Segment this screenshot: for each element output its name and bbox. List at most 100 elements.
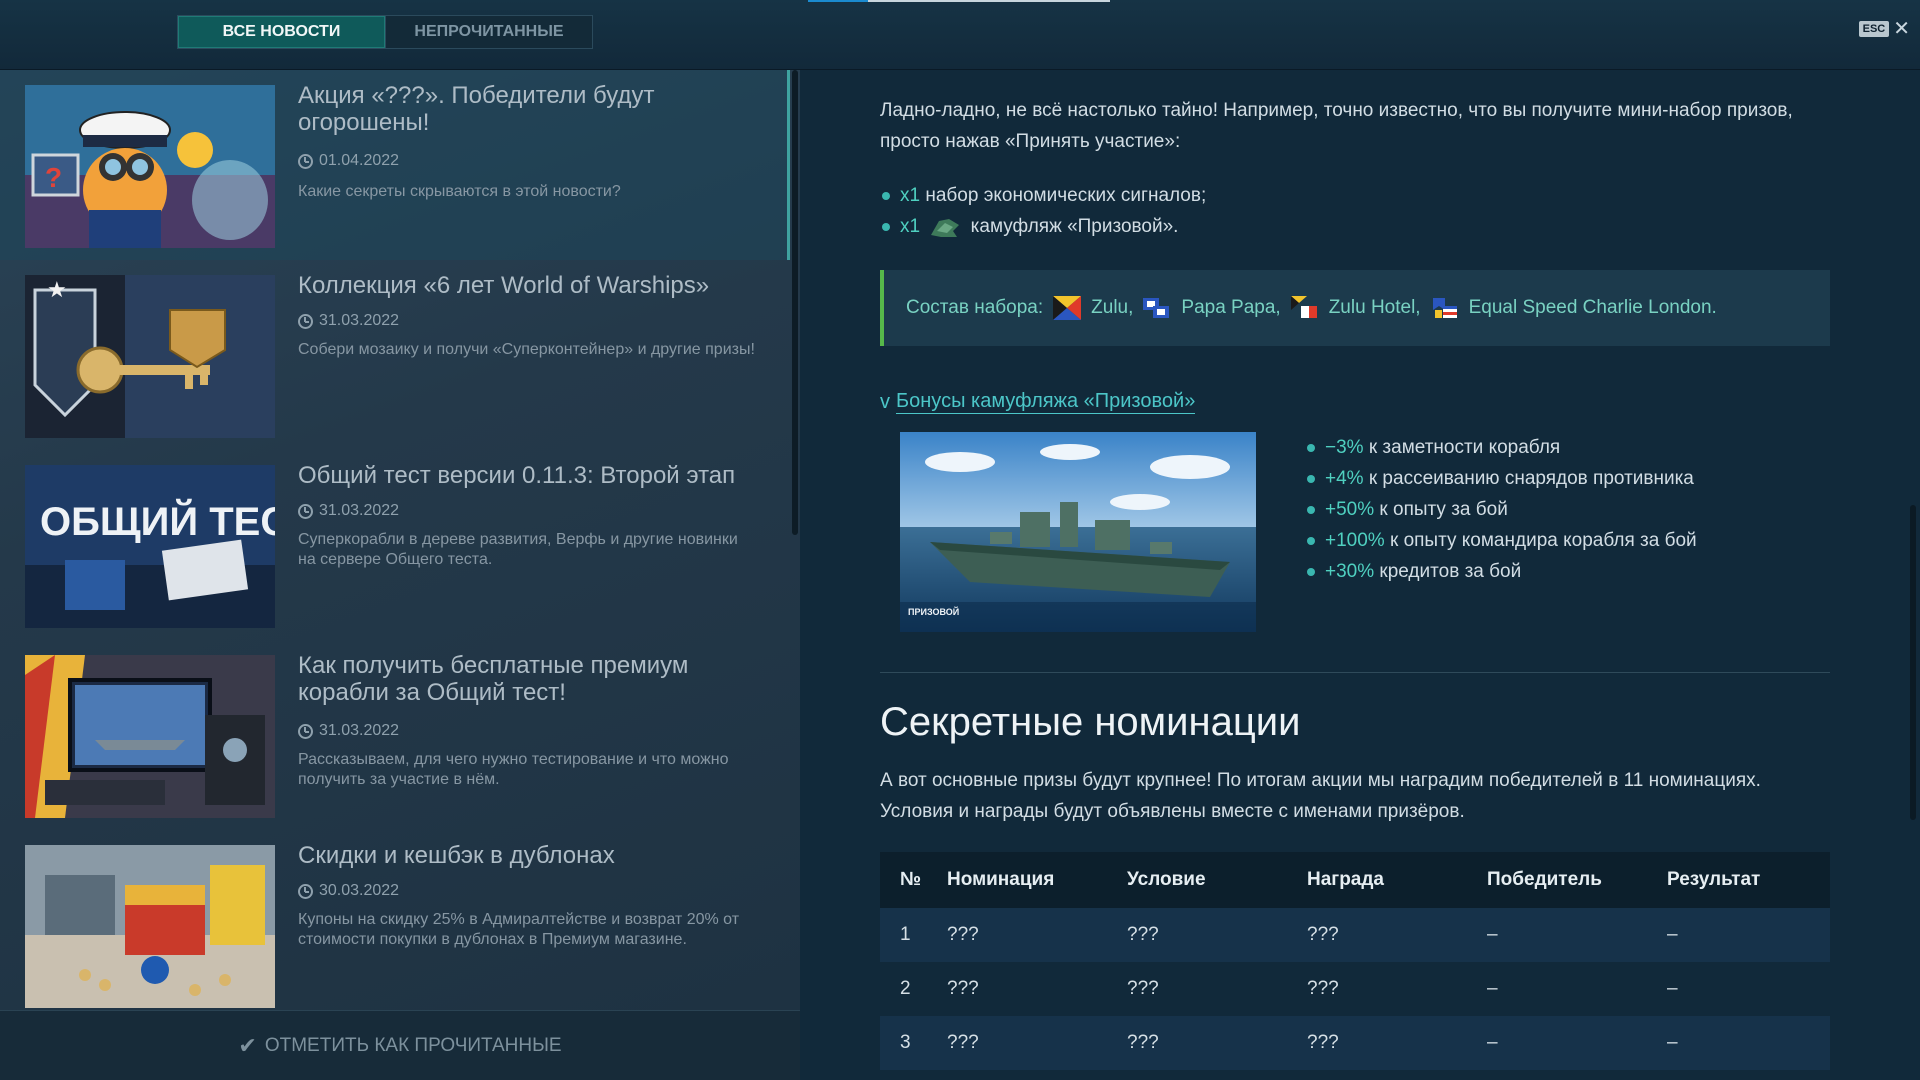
- col-number: №: [880, 852, 947, 908]
- table-cell: –: [1487, 908, 1667, 962]
- table-cell: –: [1487, 1016, 1667, 1070]
- table-cell: ???: [1307, 908, 1487, 962]
- news-thumbnail: ?: [25, 85, 275, 248]
- news-description: Купоны на скидку 25% в Адмиралтействе и …: [298, 911, 740, 948]
- news-thumbnail: ОБЩИЙ ТЕСТ: [25, 465, 275, 628]
- table-cell: ???: [947, 962, 1127, 1016]
- bonus-text: к опыту командира корабля за бой: [1389, 530, 1697, 551]
- news-list-scrollbar[interactable]: [792, 70, 798, 535]
- news-item[interactable]: Скидки и кешбэк в дублонах 30.03.2022 Ку…: [0, 830, 790, 1010]
- table-row: 3 ??? ??? ??? – –: [880, 1016, 1830, 1070]
- reward-text: камуфляж «Призовой».: [970, 216, 1179, 237]
- bonus-text: кредитов за бой: [1379, 561, 1522, 582]
- double-check-icon: ✔: [238, 1032, 257, 1058]
- bottom-bar: ✔ ОТМЕТИТЬ КАК ПРОЧИТАННЫЕ: [0, 1010, 800, 1080]
- bonus-value: +100%: [1325, 530, 1385, 551]
- article-intro: Ладно-ладно, не всё настолько тайно! Нап…: [880, 100, 1793, 152]
- bonus-list: −3% к заметности корабля +4% к рассеиван…: [1305, 432, 1825, 587]
- table-cell: ???: [1307, 1016, 1487, 1070]
- bonus-item: +30% кредитов за бой: [1305, 556, 1825, 587]
- thumbnail-text: ОБЩИЙ ТЕСТ: [40, 498, 275, 544]
- col-nomination: Номинация: [947, 852, 1127, 908]
- table-row: 2 ??? ??? ??? – –: [880, 962, 1830, 1016]
- table-cell: ???: [1127, 908, 1307, 962]
- kit-item: Papa Papa,: [1181, 297, 1281, 318]
- bonus-text: к заметности корабля: [1368, 437, 1561, 458]
- equal-speed-charlie-london-flag-icon: [1432, 298, 1457, 318]
- news-title: Общий тест версии 0.11.3: Второй этап: [298, 462, 736, 489]
- bonus-value: +4%: [1325, 468, 1364, 489]
- bonus-text: к рассеиванию снарядов противника: [1368, 468, 1694, 489]
- close-icon: ✕: [1893, 18, 1910, 40]
- camouflage-bonuses-toggle[interactable]: v Бонусы камуфляжа «Призовой»: [880, 390, 1196, 414]
- col-reward: Награда: [1307, 852, 1487, 908]
- loading-progress-bar: [808, 0, 1110, 2]
- camouflage-ship-image: ПРИЗОВОЙ: [900, 432, 1256, 632]
- bonus-text: к опыту за бой: [1379, 499, 1508, 520]
- table-cell: 2: [880, 962, 947, 1016]
- kit-label: Состав набора:: [906, 297, 1044, 318]
- col-condition: Условие: [1127, 852, 1307, 908]
- news-date: 01.04.2022: [298, 152, 399, 170]
- mark-all-read-button[interactable]: ✔ ОТМЕТИТЬ КАК ПРОЧИТАННЫЕ: [238, 1033, 561, 1059]
- news-thumbnail: ★: [25, 275, 275, 438]
- svg-text:?: ?: [45, 162, 62, 193]
- col-result: Результат: [1667, 852, 1830, 908]
- article-scrollbar[interactable]: [1910, 505, 1916, 820]
- bonus-value: +50%: [1325, 499, 1375, 520]
- news-thumbnail: [25, 655, 275, 818]
- table-cell: ???: [947, 1016, 1127, 1070]
- news-date-text: 31.03.2022: [319, 312, 400, 329]
- news-title: Как получить бесплатные премиум корабли …: [298, 652, 689, 706]
- clock-icon: [298, 153, 313, 169]
- news-item[interactable]: ★ Коллекция «6 лет World of Warships» 31…: [0, 260, 790, 450]
- news-title: Коллекция «6 лет World of Warships»: [298, 272, 710, 299]
- bonus-value: −3%: [1325, 437, 1364, 458]
- bonus-value: +30%: [1325, 561, 1375, 582]
- section-divider: [880, 672, 1830, 673]
- news-description: Собери мозаику и получи «Суперконтейнер»…: [298, 341, 755, 358]
- zulu-hotel-flag-icon: [1290, 296, 1317, 318]
- table-cell: –: [1667, 908, 1830, 962]
- news-description: Суперкорабли в дереве развития, Верфь и …: [298, 531, 738, 568]
- table-cell: ???: [1127, 1016, 1307, 1070]
- reward-item: x1 камуфляж «Призовой».: [880, 211, 1830, 242]
- camouflage-bonuses-link: Бонусы камуфляжа «Призовой»: [896, 390, 1196, 414]
- nominations-table: № Номинация Условие Награда Победитель Р…: [880, 852, 1830, 1070]
- news-item[interactable]: ОБЩИЙ ТЕСТ Общий тест версии 0.11.3: Вто…: [0, 450, 790, 640]
- news-description: Какие секреты скрываются в этой новости?: [298, 183, 621, 200]
- news-item[interactable]: Как получить бесплатные премиум корабли …: [0, 640, 790, 830]
- reward-text: набор экономических сигналов;: [925, 185, 1207, 206]
- bonus-item: +100% к опыту командира корабля за бой: [1305, 525, 1825, 556]
- top-bar: ВСЕ НОВОСТИ НЕПРОЧИТАННЫЕ ESC ✕: [0, 0, 1920, 70]
- mark-all-read-label: ОТМЕТИТЬ КАК ПРОЧИТАННЫЕ: [264, 1034, 562, 1056]
- kit-item: Zulu,: [1091, 297, 1134, 318]
- table-cell: ???: [1307, 962, 1487, 1016]
- ship-caption: ПРИЗОВОЙ: [908, 606, 959, 617]
- reward-qty: x1: [900, 216, 921, 237]
- table-cell: 1: [880, 908, 947, 962]
- reward-item: x1 набор экономических сигналов;: [880, 180, 1830, 211]
- bonus-item: +4% к рассеиванию снарядов противника: [1305, 463, 1825, 494]
- kit-item: Zulu Hotel,: [1328, 297, 1421, 318]
- article-panel: Ладно-ладно, не всё настолько тайно! Нап…: [800, 70, 1920, 1080]
- table-cell: ???: [1127, 962, 1307, 1016]
- news-date-text: 01.04.2022: [319, 152, 400, 169]
- tab-all-news[interactable]: ВСЕ НОВОСТИ: [178, 16, 385, 48]
- table-cell: 3: [880, 1016, 947, 1070]
- news-filter-tabs: ВСЕ НОВОСТИ НЕПРОЧИТАННЫЕ: [177, 15, 593, 49]
- news-thumbnail: [25, 845, 275, 1008]
- news-date-text: 30.03.2022: [319, 882, 400, 899]
- section-text: А вот основные призы будут крупнее! По и…: [880, 770, 1761, 822]
- close-button[interactable]: ESC ✕: [1858, 18, 1910, 40]
- news-description: Рассказываем, для чего нужно тестировани…: [298, 751, 729, 788]
- news-item[interactable]: ? Акция «???». Победители будут огорошен…: [0, 70, 790, 260]
- col-winner: Победитель: [1487, 852, 1667, 908]
- table-cell: –: [1487, 962, 1667, 1016]
- chevron-down-icon: v: [880, 390, 890, 413]
- reward-qty: x1: [900, 185, 921, 206]
- clock-icon: [298, 723, 313, 739]
- tab-unread[interactable]: НЕПРОЧИТАННЫЕ: [385, 16, 592, 48]
- reward-list: x1 набор экономических сигналов; x1 каму…: [880, 180, 1830, 242]
- clock-icon: [298, 503, 313, 519]
